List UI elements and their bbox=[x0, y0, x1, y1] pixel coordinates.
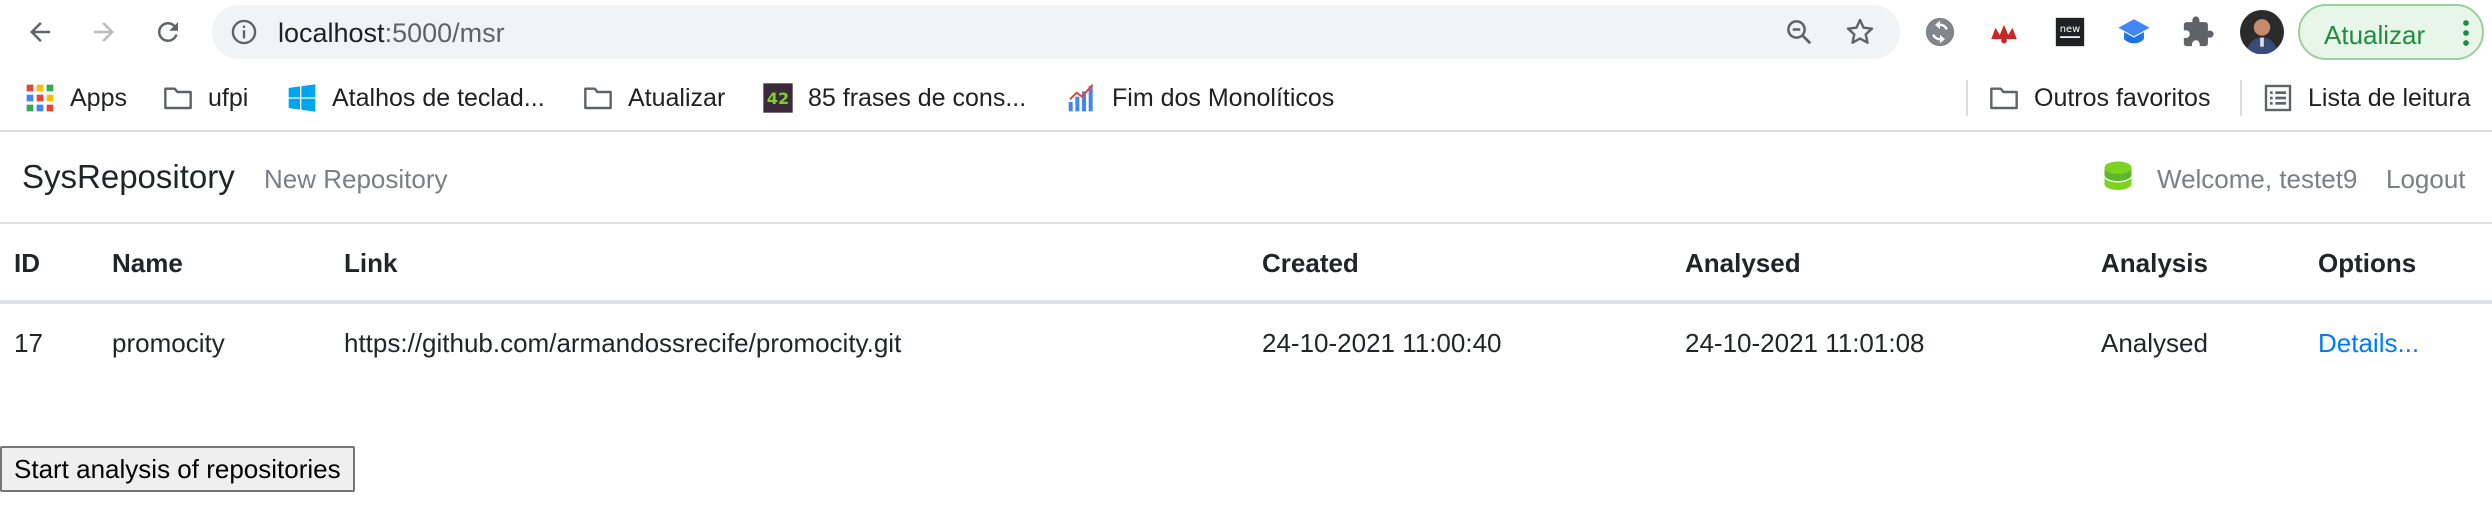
header-created: Created bbox=[1262, 248, 1359, 278]
bookmark-fim-monoliticos[interactable]: Fim dos Monolíticos bbox=[1066, 78, 1334, 118]
forward-icon[interactable] bbox=[84, 12, 124, 52]
scholar-extension-icon[interactable] bbox=[2116, 14, 2152, 50]
bookmark-ufpi[interactable]: ufpi bbox=[162, 78, 248, 118]
new-extension-label: new bbox=[2060, 24, 2080, 35]
bookmark-frases-label: 85 frases de cons... bbox=[808, 83, 1027, 112]
welcome-text: Welcome, testet9 bbox=[2157, 164, 2358, 194]
logout-link[interactable]: Logout bbox=[2386, 164, 2466, 195]
new-extension-icon[interactable]: new bbox=[2052, 14, 2088, 50]
sync-extension-icon[interactable] bbox=[1922, 14, 1958, 50]
header-options: Options bbox=[2318, 248, 2417, 278]
frases-badge-text: 42 bbox=[767, 89, 789, 108]
bookmark-fim-label: Fim dos Monolíticos bbox=[1112, 83, 1335, 112]
table-header: ID Name Link Created Analysed Analysis O… bbox=[0, 224, 2492, 304]
bookmark-atualizar-label: Atualizar bbox=[628, 83, 726, 112]
header-link: Link bbox=[344, 248, 398, 278]
zoom-out-icon[interactable] bbox=[1784, 17, 1814, 47]
header-analysed: Analysed bbox=[1685, 248, 1801, 278]
header-id: ID bbox=[14, 248, 40, 278]
reading-list-label: Lista de leitura bbox=[2308, 83, 2471, 112]
bookmark-outros-favoritos[interactable]: Outros favoritos bbox=[1988, 78, 2210, 118]
bar-chart-site-icon bbox=[1066, 82, 1098, 114]
mendeley-extension-icon[interactable] bbox=[1986, 14, 2022, 50]
folder-icon bbox=[582, 82, 614, 114]
start-analysis-button[interactable]: Start analysis of repositories bbox=[0, 446, 355, 492]
bookmark-atualizar[interactable]: Atualizar bbox=[582, 78, 725, 118]
details-link[interactable]: Details... bbox=[2318, 328, 2419, 359]
apps-grid-icon bbox=[24, 82, 56, 114]
url-path: :5000/msr bbox=[384, 18, 505, 48]
cell-analysis-status: Analysed bbox=[2101, 328, 2208, 358]
bookmarks-bar: Apps ufpi Atalhos de teclad... Atualizar… bbox=[0, 64, 2492, 132]
url-host: localhost bbox=[278, 18, 385, 48]
brand-link[interactable]: SysRepository bbox=[22, 158, 235, 196]
header-name: Name bbox=[112, 248, 183, 278]
folder-icon bbox=[1988, 82, 2020, 114]
bookmark-apps[interactable]: Apps bbox=[24, 78, 127, 118]
bookmark-star-icon[interactable] bbox=[1844, 16, 1876, 48]
reading-list[interactable]: Lista de leitura bbox=[2262, 78, 2471, 118]
browser-toolbar: localhost:5000/msr new Atualizar bbox=[0, 0, 2492, 64]
reload-icon[interactable] bbox=[148, 12, 188, 52]
reading-list-icon bbox=[2262, 82, 2294, 114]
update-chrome-label: Atualizar bbox=[2324, 20, 2426, 50]
cell-name: promocity bbox=[112, 328, 225, 358]
bookmark-atalhos[interactable]: Atalhos de teclad... bbox=[286, 78, 545, 118]
cell-id: 17 bbox=[14, 328, 43, 358]
back-icon[interactable] bbox=[20, 12, 60, 52]
bookmarks-divider bbox=[1966, 80, 1968, 116]
database-icon bbox=[2104, 161, 2132, 190]
address-bar[interactable]: localhost:5000/msr bbox=[212, 5, 1900, 59]
app-navbar: SysRepository New Repository Welcome, te… bbox=[0, 134, 2492, 224]
profile-avatar[interactable] bbox=[2240, 10, 2284, 54]
bookmark-ufpi-label: ufpi bbox=[208, 83, 249, 112]
cell-analysed: 24-10-2021 11:01:08 bbox=[1685, 328, 1925, 358]
bookmark-atalhos-label: Atalhos de teclad... bbox=[332, 83, 545, 112]
bookmark-outros-label: Outros favoritos bbox=[2034, 83, 2211, 112]
bookmarks-divider bbox=[2240, 80, 2242, 116]
extensions-puzzle-icon[interactable] bbox=[2180, 14, 2216, 50]
update-chrome-button[interactable]: Atualizar bbox=[2298, 4, 2484, 60]
windows-logo-icon bbox=[286, 82, 318, 114]
table-row: 17 promocity https://github.com/armandos… bbox=[0, 304, 2492, 384]
header-analysis: Analysis bbox=[2101, 248, 2208, 278]
info-icon[interactable] bbox=[230, 18, 258, 46]
bookmark-apps-label: Apps bbox=[70, 83, 127, 112]
kebab-menu-icon[interactable] bbox=[2460, 18, 2472, 48]
new-repository-link[interactable]: New Repository bbox=[264, 164, 448, 195]
cell-link: https://github.com/armandossrecife/promo… bbox=[344, 328, 902, 358]
frases-site-icon: 42 bbox=[762, 82, 794, 114]
bookmark-frases[interactable]: 42 85 frases de cons... bbox=[762, 78, 1026, 118]
cell-created: 24-10-2021 11:00:40 bbox=[1262, 328, 1502, 358]
url-text: localhost:5000/msr bbox=[278, 18, 505, 48]
folder-icon bbox=[162, 82, 194, 114]
